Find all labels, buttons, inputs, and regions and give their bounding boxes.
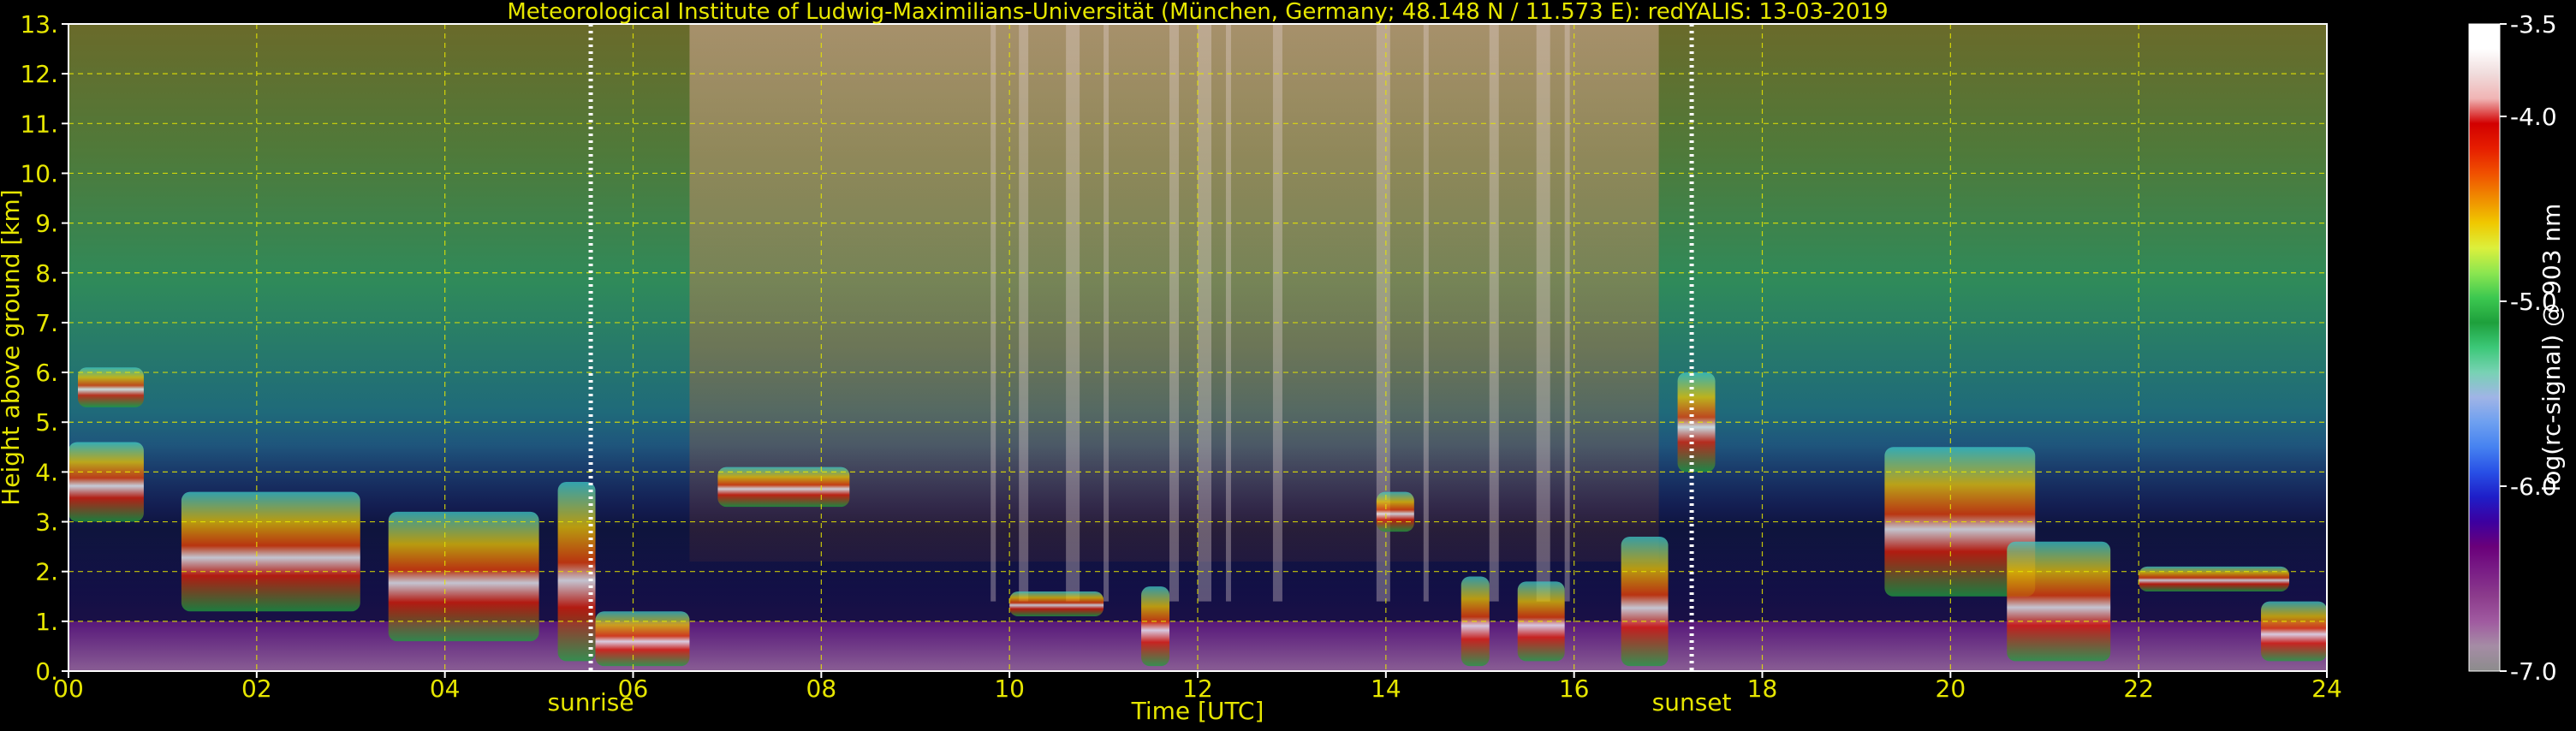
cloud-echo xyxy=(181,491,360,612)
noise-streak xyxy=(1272,24,1282,602)
y-tick-label: 8. xyxy=(35,259,58,288)
y-tick-label: 5. xyxy=(35,408,58,437)
y-tick-label: 11. xyxy=(20,110,58,138)
y-tick-label: 7. xyxy=(35,309,58,337)
chart-svg: 00 02 04 06 08 10 12 14 16 18 20 22 24 0.1.2.3.4.5.6… xyxy=(0,0,2566,725)
cloud-echo xyxy=(1376,491,1414,532)
x-tick-label: 24 xyxy=(2311,675,2342,703)
y-tick-label: 1. xyxy=(35,608,58,636)
noise-streak xyxy=(1564,24,1570,602)
cloud-echo xyxy=(595,611,690,667)
y-tick-label: 0. xyxy=(35,657,58,686)
x-tick-label: 14 xyxy=(1371,675,1401,703)
x-tick-label: 22 xyxy=(2123,675,2154,703)
colorbar: -7.0-6.0-5.0-4.0-3.5 log(rc-signal) @ 90… xyxy=(2468,10,2566,686)
noise-streak xyxy=(1169,24,1180,602)
y-tick-label: 10. xyxy=(20,159,58,187)
noise-streak xyxy=(1104,24,1110,602)
x-tick-label: 20 xyxy=(1936,675,1966,703)
noise-streak xyxy=(1423,24,1429,602)
y-tick-label: 9. xyxy=(35,210,58,238)
y-axis-label: Height above ground [km] xyxy=(0,189,25,506)
cloud-echo xyxy=(1009,591,1104,617)
cloud-echo xyxy=(1141,586,1170,667)
colorbar-tick-label: -3.5 xyxy=(2510,10,2557,39)
x-tick-label: 10 xyxy=(994,675,1025,703)
colorbar-ramp xyxy=(2468,23,2501,672)
annotation-label: sunrise xyxy=(547,688,634,716)
noise-streak xyxy=(1066,24,1080,602)
noise-streak xyxy=(1536,24,1550,602)
cloud-echo xyxy=(717,467,850,508)
lidar-chart: 00 02 04 06 08 10 12 14 16 18 20 22 24 0. 1. 2. 3. 4. 5. 6… xyxy=(0,0,2576,728)
x-tick-label: 18 xyxy=(1747,675,1778,703)
y-tick-label: 2. xyxy=(35,558,58,586)
cloud-echo xyxy=(68,442,144,522)
annotation-label: sunset xyxy=(1652,688,1732,716)
x-tick-label: 08 xyxy=(806,675,837,703)
noise-streak xyxy=(991,24,996,602)
noise-streak xyxy=(1489,24,1499,602)
colorbar-tick-label: -7.0 xyxy=(2510,657,2557,686)
noise-streak xyxy=(1198,24,1211,602)
cloud-echo xyxy=(2261,601,2327,662)
y-tick-label: 12. xyxy=(20,60,58,88)
x-tick-label: 02 xyxy=(241,675,272,703)
y-axis-ticks: 0. 1. 2. 3. 4. 5. 6. 7. 8. 9. 10. 11. 12. 13. xyxy=(20,10,68,686)
cloud-echo xyxy=(2007,541,2111,662)
noise-streak xyxy=(1225,24,1231,602)
x-axis-label: Time [UTC] xyxy=(1131,697,1264,725)
cloud-echo xyxy=(1621,536,1669,667)
colorbar-label: log(rc-signal) @ 903 nm xyxy=(2537,204,2566,492)
y-tick-label: 4. xyxy=(35,458,58,486)
y-tick-label: 3. xyxy=(35,508,58,537)
x-tick-label: 04 xyxy=(430,675,461,703)
y-tick-label: 13. xyxy=(20,10,58,39)
noise-streak xyxy=(1019,24,1029,602)
colorbar-tick-label: -4.0 xyxy=(2510,103,2557,131)
y-tick-label: 6. xyxy=(35,359,58,387)
chart-title: Meteorological Institute of Ludwig-Maxim… xyxy=(507,0,1888,25)
x-tick-label: 16 xyxy=(1559,675,1590,703)
cloud-echo xyxy=(77,367,144,407)
cloud-echo xyxy=(2139,566,2290,591)
